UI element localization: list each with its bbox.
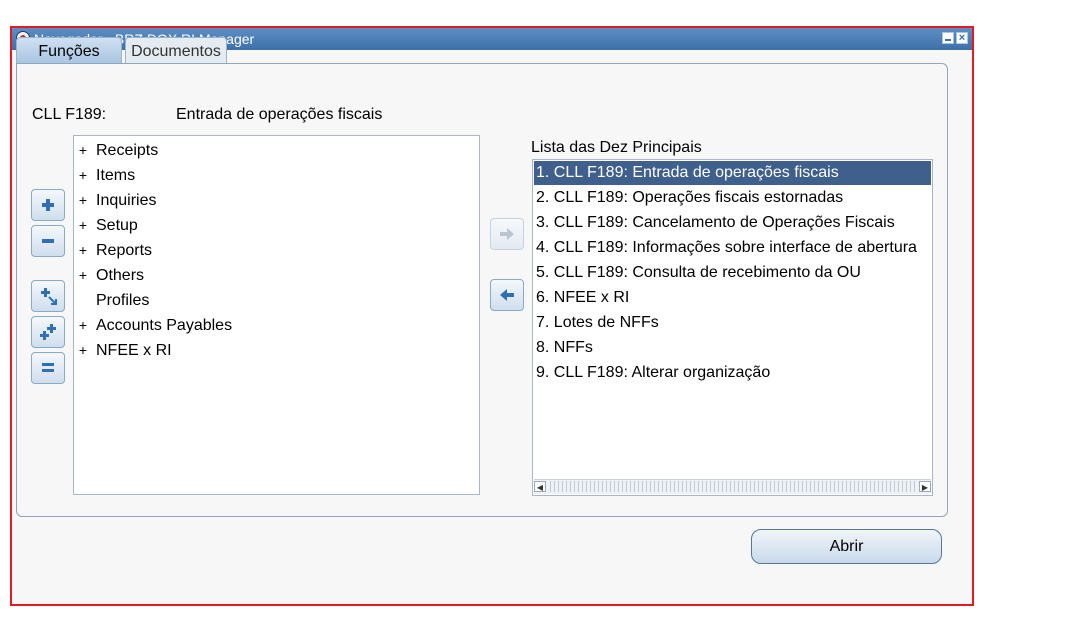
- function-name: Entrada de operações fiscais: [176, 106, 383, 123]
- scroll-thumb[interactable]: [547, 481, 918, 492]
- top-ten-item[interactable]: 7. Lotes de NFFs: [534, 311, 931, 335]
- expand-icon[interactable]: +: [78, 338, 88, 363]
- expand-icon[interactable]: +: [78, 163, 88, 188]
- top-ten-list[interactable]: 1. CLL F189: Entrada de operações fiscai…: [532, 159, 933, 496]
- scroll-right-icon[interactable]: ▶: [919, 481, 931, 492]
- expand-branch-icon: [41, 288, 57, 305]
- tab-funcoes[interactable]: Funções: [16, 37, 122, 63]
- expand-all-button[interactable]: [31, 316, 65, 348]
- expand-button[interactable]: [31, 189, 65, 221]
- expand-icon[interactable]: +: [78, 238, 88, 263]
- tree-item-label: Others: [96, 267, 145, 284]
- function-code-label: CLL F189:: [32, 106, 107, 123]
- tree-item-label: Accounts Payables: [96, 317, 233, 334]
- collapse-all-icon: [42, 363, 54, 372]
- add-to-top-ten-button[interactable]: [490, 218, 524, 250]
- collapse-all-button[interactable]: [31, 352, 65, 384]
- arrow-left-icon: [500, 289, 514, 301]
- tree-item-label: Reports: [96, 242, 153, 259]
- top-ten-item[interactable]: 4. CLL F189: Informações sobre interface…: [534, 236, 931, 260]
- top-ten-label: Lista das Dez Principais: [531, 139, 702, 156]
- top-ten-item[interactable]: 9. CLL F189: Alterar organização: [534, 361, 931, 385]
- top-ten-item[interactable]: 1. CLL F189: Entrada de operações fiscai…: [534, 161, 931, 185]
- expand-icon[interactable]: +: [78, 213, 88, 238]
- plus-icon: [42, 199, 54, 211]
- top-ten-item[interactable]: 3. CLL F189: Cancelamento de Operações F…: [534, 211, 931, 235]
- function-tree[interactable]: + Receipts + Items + Inquiries + Setup +…: [73, 135, 480, 495]
- tree-item-label: Inquiries: [96, 192, 157, 209]
- close-icon[interactable]: ×: [956, 32, 968, 44]
- tree-item-label: Receipts: [96, 142, 159, 159]
- top-ten-item[interactable]: 8. NFFs: [534, 336, 931, 360]
- expand-icon[interactable]: +: [78, 263, 88, 288]
- horizontal-scrollbar[interactable]: ◀ ▶: [534, 479, 931, 494]
- tree-item-label: NFEE x RI: [96, 342, 172, 359]
- top-ten-item[interactable]: 6. NFEE x RI: [534, 286, 931, 310]
- expand-branch-button[interactable]: [31, 280, 65, 312]
- top-ten-item[interactable]: 5. CLL F189: Consulta de recebimento da …: [534, 261, 931, 285]
- expand-icon[interactable]: +: [78, 188, 88, 213]
- minimize-icon[interactable]: [942, 32, 954, 44]
- expand-icon[interactable]: +: [78, 138, 88, 163]
- top-ten-item[interactable]: 2. CLL F189: Operações fiscais estornada…: [534, 186, 931, 210]
- scroll-left-icon[interactable]: ◀: [534, 481, 546, 492]
- tree-item-label: Profiles: [96, 292, 150, 309]
- minus-icon: [42, 239, 54, 243]
- tree-item-label: Setup: [96, 217, 138, 234]
- remove-from-top-ten-button[interactable]: [490, 279, 524, 311]
- open-button[interactable]: Abrir: [751, 529, 942, 564]
- expand-all-icon: [40, 324, 56, 340]
- expand-icon[interactable]: +: [78, 313, 88, 338]
- tree-item-label: Items: [96, 167, 136, 184]
- tab-documentos[interactable]: Documentos: [125, 37, 227, 63]
- collapse-button[interactable]: [31, 225, 65, 257]
- arrow-right-icon: [500, 228, 514, 240]
